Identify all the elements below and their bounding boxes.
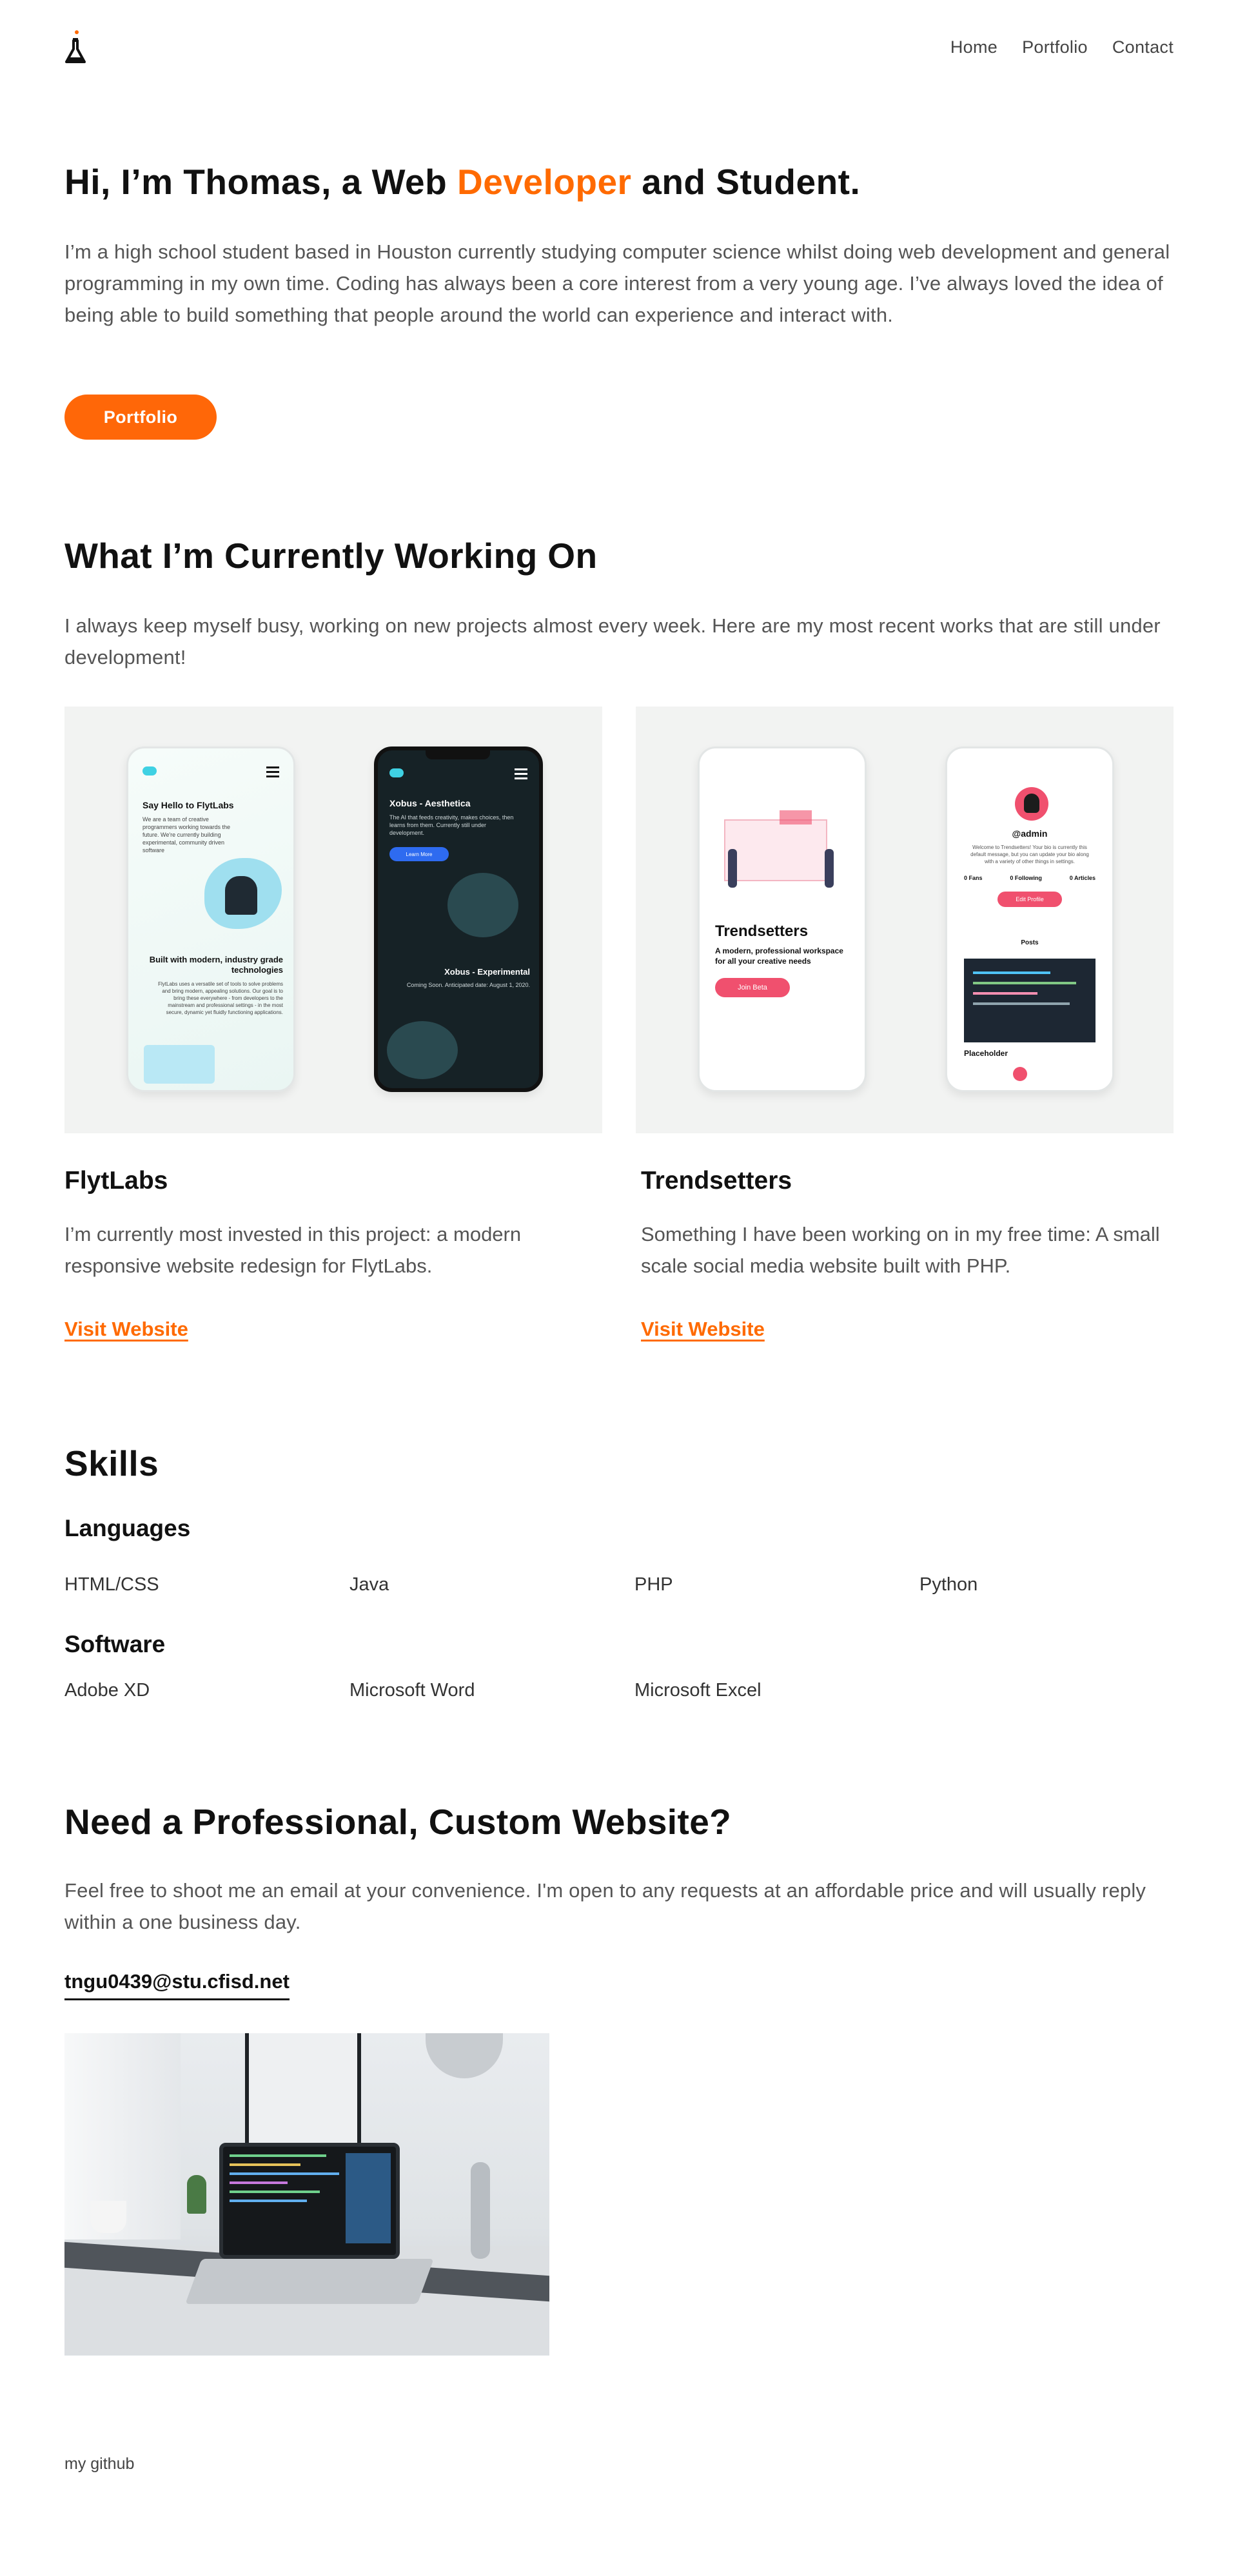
mock-username: @admin xyxy=(1012,828,1048,839)
nav-portfolio-link[interactable]: Portfolio xyxy=(1022,37,1088,57)
mock-add-icon xyxy=(1013,1067,1027,1081)
flytlabs-logo-icon xyxy=(142,766,157,776)
working-title: What I’m Currently Working On xyxy=(64,536,598,576)
mock-bio: Welcome to Trendsetters! Your bio is cur… xyxy=(970,844,1089,864)
trendsetters-phone-right: @admin Welcome to Trendsetters! Your bio… xyxy=(945,746,1114,1092)
nav-contact-link[interactable]: Contact xyxy=(1112,37,1174,57)
mock-illustration xyxy=(715,810,844,894)
skill-microsoft-excel: Microsoft Excel xyxy=(634,1680,761,1701)
mock-text-2: FlytLabs uses a versatile set of tools t… xyxy=(158,981,283,1015)
email-link[interactable]: tngu0439@stu.cfisd.net xyxy=(64,1970,290,2000)
flytlabs-phone-dark: Xobus - Aesthetica The AI that feeds cre… xyxy=(374,746,543,1092)
mock-join-beta-button: Join Beta xyxy=(715,978,790,997)
flytlabs-visit-link[interactable]: Visit Website xyxy=(64,1318,188,1341)
skill-microsoft-word: Microsoft Word xyxy=(349,1680,475,1701)
trendsetters-description: Something I have been working on in my f… xyxy=(641,1223,1160,1277)
mock-person xyxy=(225,876,257,915)
laptop-desk-photo xyxy=(64,2033,549,2356)
mock-post-image xyxy=(964,959,1096,1042)
github-link[interactable]: my github xyxy=(64,2455,134,2474)
skill-html-css: HTML/CSS xyxy=(64,1574,159,1595)
flytlabs-title: FlytLabs xyxy=(64,1167,168,1195)
mock-illustration xyxy=(447,873,518,937)
mock-stat-articles: 0 Articles xyxy=(1069,875,1096,881)
flytlabs-preview-image[interactable]: Say Hello to FlytLabs We are a team of c… xyxy=(64,707,602,1133)
mock-post-title: Placeholder xyxy=(964,1049,1008,1058)
mock-building xyxy=(144,1045,215,1084)
avatar xyxy=(1015,787,1048,821)
mock-text: The AI that feeds creativity, makes choi… xyxy=(389,814,514,836)
mock-heading: Say Hello to FlytLabs xyxy=(142,800,234,810)
hero-title-accent: Developer xyxy=(457,162,632,202)
nav-home-link[interactable]: Home xyxy=(950,37,997,57)
flytlabs-logo-icon xyxy=(389,768,404,777)
skills-title: Skills xyxy=(64,1443,159,1483)
flytlabs-phone-light: Say Hello to FlytLabs We are a team of c… xyxy=(126,746,295,1092)
contact-paragraph: Feel free to shoot me an email at your c… xyxy=(64,1879,1146,1933)
mock-illustration-2 xyxy=(387,1021,458,1079)
portfolio-button[interactable]: Portfolio xyxy=(64,395,217,440)
contact-title: Need a Professional, Custom Website? xyxy=(64,1802,732,1842)
trendsetters-preview-image[interactable]: Trendsetters A modern, professional work… xyxy=(636,707,1174,1133)
mock-stat-fans: 0 Fans xyxy=(964,875,983,881)
hero-title-pre: Hi, I’m Thomas, a Web xyxy=(64,162,457,202)
mock-posts-title: Posts xyxy=(1021,939,1039,946)
hero-paragraph: I’m a high school student based in Houst… xyxy=(64,240,1170,326)
skill-adobe-xd: Adobe XD xyxy=(64,1680,150,1701)
working-paragraph: I always keep myself busy, working on ne… xyxy=(64,614,1161,668)
mock-text: A modern, professional workspace for all… xyxy=(715,946,843,966)
mock-heading-2: Built with modern, industry grade techno… xyxy=(149,955,283,975)
mock-text: We are a team of creative programmers wo… xyxy=(142,816,231,854)
trendsetters-title: Trendsetters xyxy=(641,1167,792,1195)
mock-stat-following: 0 Following xyxy=(1010,875,1042,881)
skill-python: Python xyxy=(919,1574,978,1595)
flytlabs-description: I’m currently most invested in this proj… xyxy=(64,1223,522,1277)
main-nav: Home Portfolio Contact xyxy=(950,37,1174,57)
mock-edit-profile-button: Edit Profile xyxy=(997,892,1062,907)
mock-heading-2: Xobus - Experimental xyxy=(444,967,530,977)
languages-title: Languages xyxy=(64,1515,191,1541)
mock-heading: Trendsetters xyxy=(715,922,809,940)
mock-stats: 0 Fans 0 Following 0 Articles xyxy=(964,875,1096,881)
menu-icon xyxy=(266,766,279,777)
skill-java: Java xyxy=(349,1574,389,1595)
menu-icon xyxy=(515,768,527,779)
hero-title-post: and Student. xyxy=(631,162,861,202)
skill-php: PHP xyxy=(634,1574,673,1595)
mock-learn-more-button: Learn More xyxy=(389,847,449,861)
trendsetters-phone-left: Trendsetters A modern, professional work… xyxy=(698,746,867,1092)
trendsetters-visit-link[interactable]: Visit Website xyxy=(641,1318,765,1341)
hero-title: Hi, I’m Thomas, a Web Developer and Stud… xyxy=(64,161,860,202)
mock-text-2: Coming Soon. Anticipated date: August 1,… xyxy=(406,982,530,988)
phone-notch xyxy=(426,750,490,759)
mock-heading: Xobus - Aesthetica xyxy=(389,798,471,808)
flask-logo-icon[interactable] xyxy=(64,30,86,66)
software-title: Software xyxy=(64,1631,166,1657)
